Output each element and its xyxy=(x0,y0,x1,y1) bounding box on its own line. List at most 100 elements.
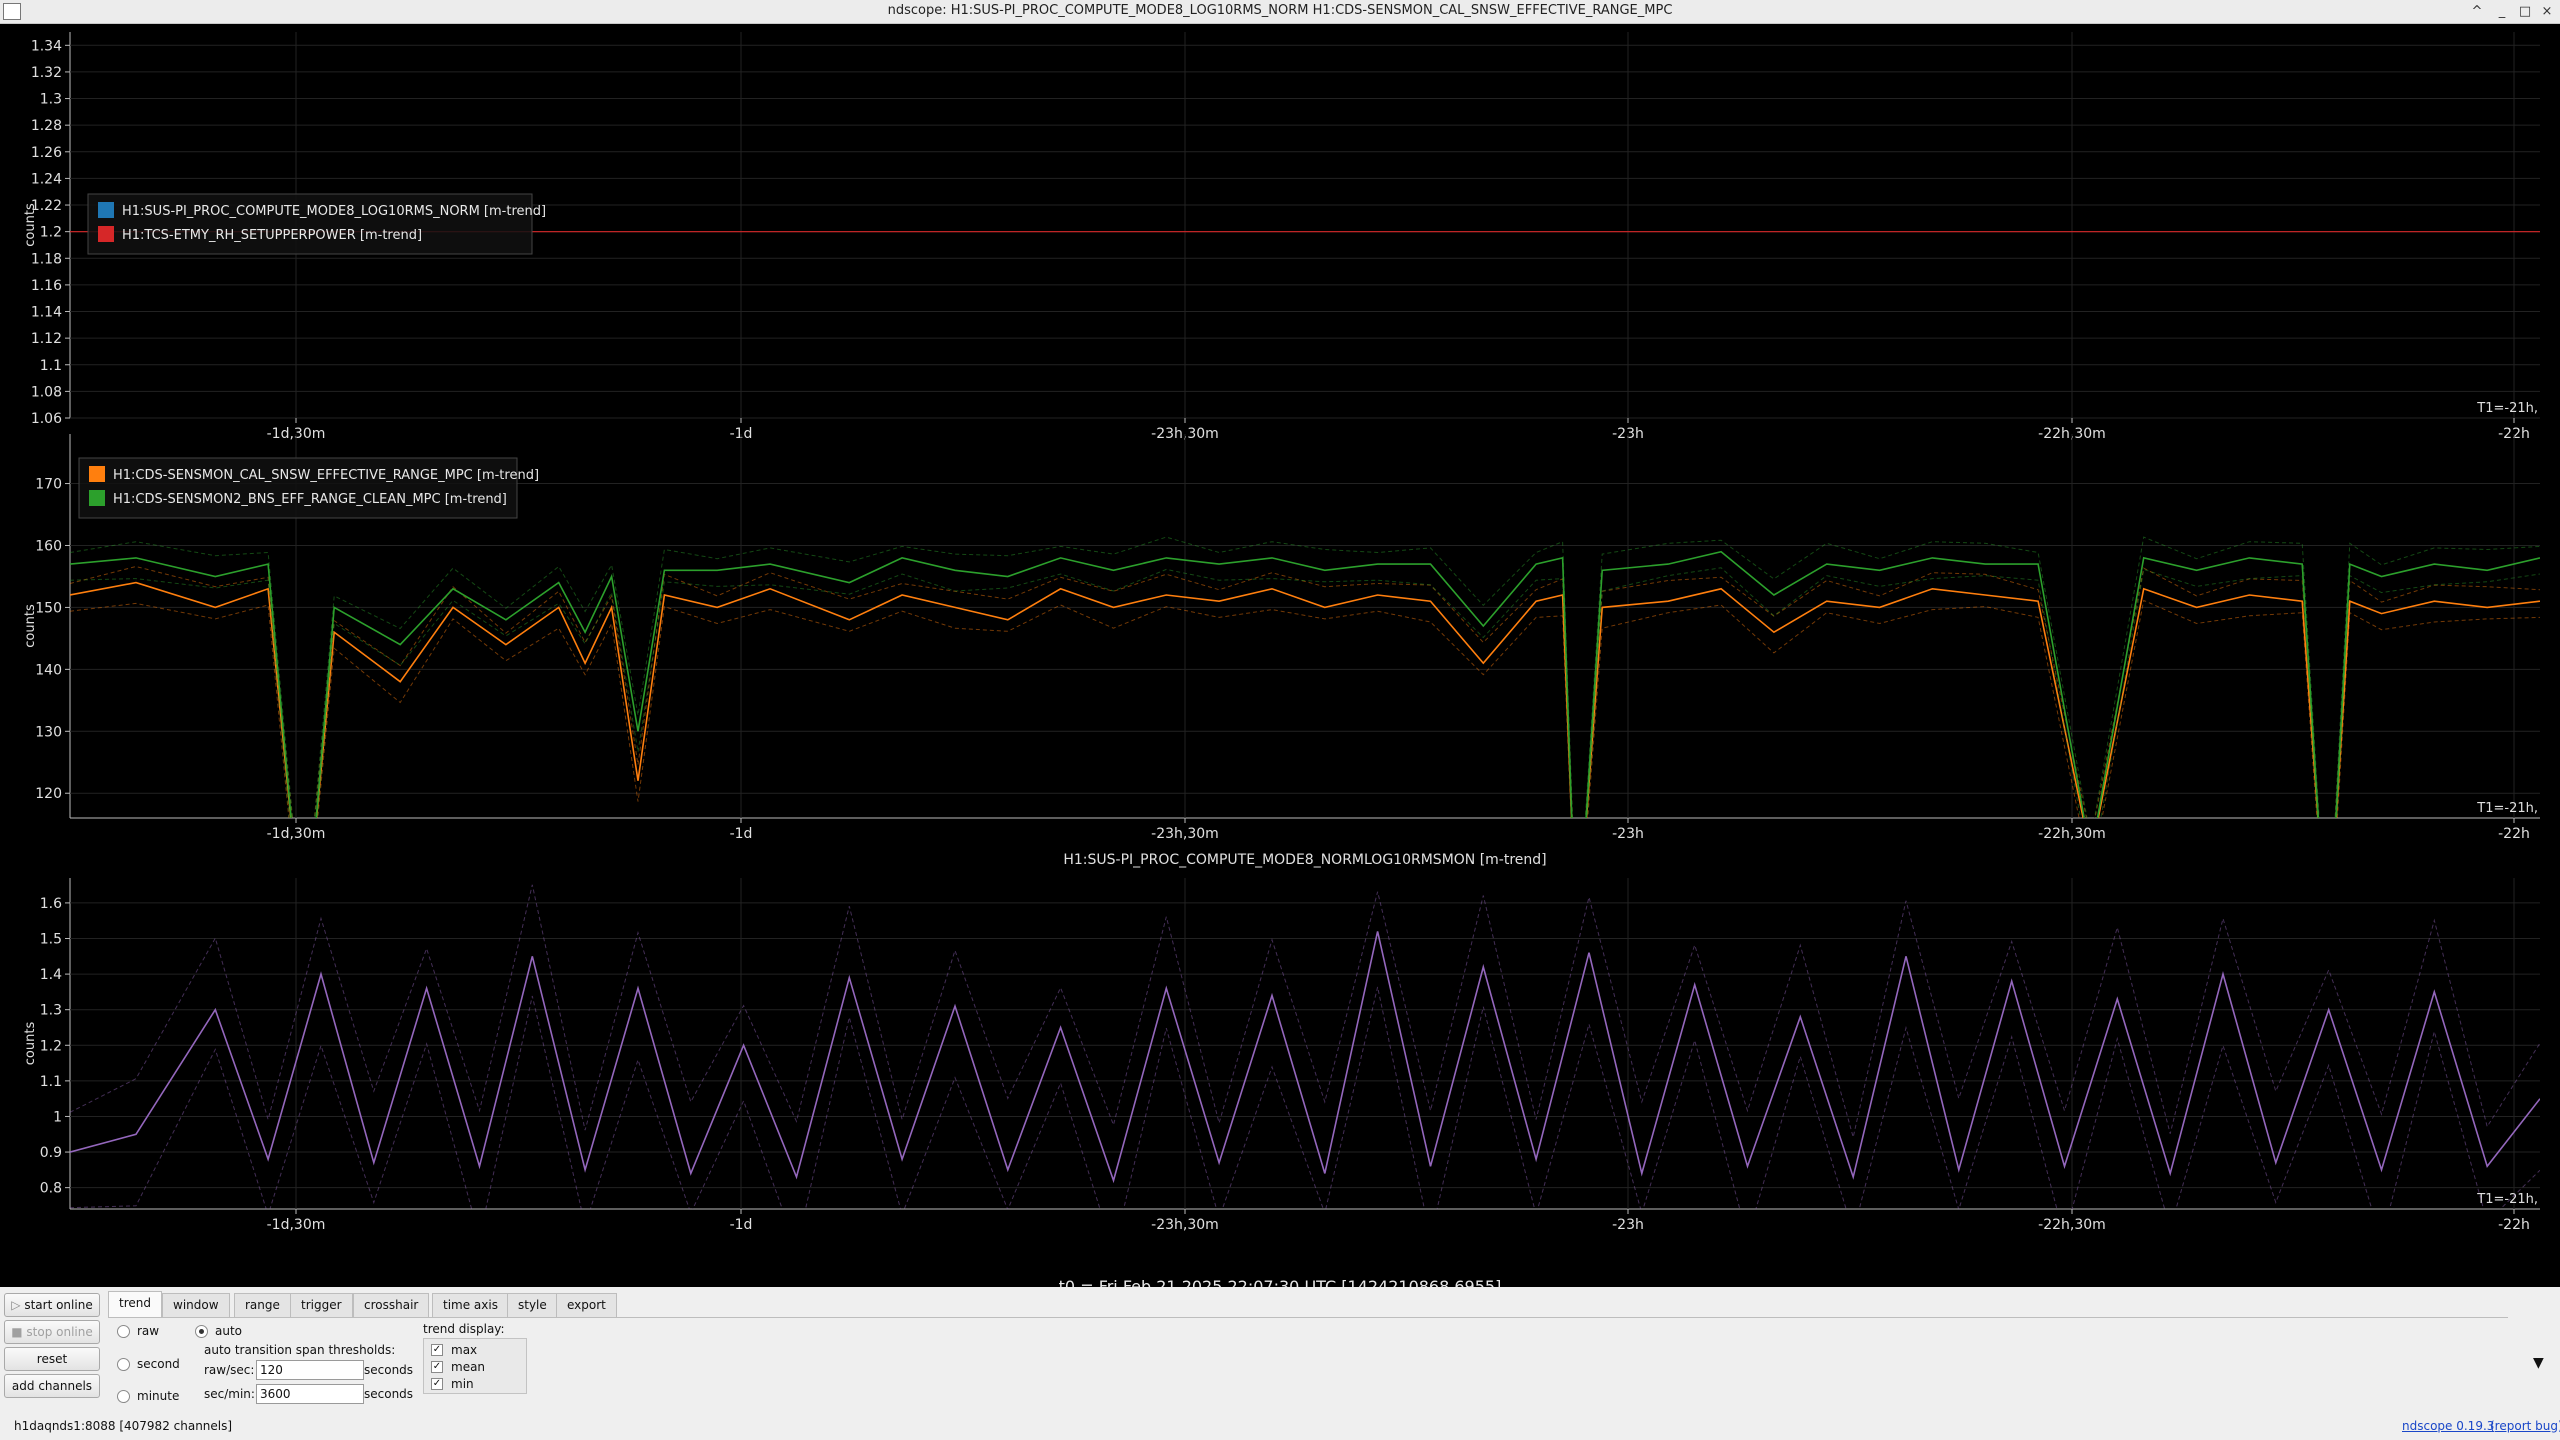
raw-radio[interactable] xyxy=(117,1325,130,1338)
minute-radio[interactable] xyxy=(117,1390,130,1403)
y-tick-label: 150 xyxy=(35,600,62,616)
minute-label: minute xyxy=(137,1389,180,1403)
series-mean-trace xyxy=(70,581,2540,818)
y-tick-label: 1.5 xyxy=(40,932,62,948)
mean-label: mean xyxy=(451,1360,486,1374)
tab-style[interactable]: style xyxy=(507,1293,558,1317)
plots-canvas[interactable]: 1.341.321.31.281.261.241.221.21.181.161.… xyxy=(0,24,2560,1287)
raw-label: raw xyxy=(137,1324,160,1338)
y-tick-label: 1.14 xyxy=(31,305,62,321)
plot-3: 1.6 1.5 1.4 1.3 1.2 1.1 1 0.9 0.8 -1d,30m -1d -23h,… xyxy=(23,852,2540,1233)
cursor-label: T1=-21h, xyxy=(2476,801,2538,816)
stop-online-button[interactable]: ■ stop online xyxy=(4,1320,100,1344)
series-min-trace xyxy=(70,599,2540,818)
tab-trigger[interactable]: trigger xyxy=(290,1293,353,1317)
legend-label: H1:TCS-ETMY_RH_SETUPPERPOWER [m-trend] xyxy=(122,228,422,243)
y-tick-label: 140 xyxy=(35,662,62,678)
y-tick-label: 1.4 xyxy=(40,967,62,983)
y-tick-label: 1.6 xyxy=(40,896,62,912)
series-max-trace xyxy=(70,536,2540,818)
auto-label: auto xyxy=(215,1324,243,1338)
legend-swatch xyxy=(98,226,114,242)
tab-trend[interactable]: trend xyxy=(108,1291,162,1318)
legend-box xyxy=(87,193,533,255)
legend-label: H1:CDS-SENSMON2_BNS_EFF_RANGE_CLEAN_MPC … xyxy=(113,492,507,507)
y-tick-label: 1.08 xyxy=(31,384,62,400)
legend: H1:SUS-PI_PROC_COMPUTE_MODE8_LOG10RMS_NO… xyxy=(87,193,546,255)
add-channels-button[interactable]: add channels xyxy=(4,1374,100,1398)
play-icon: ▷ xyxy=(11,1298,25,1312)
keep-above-button[interactable]: ^ xyxy=(2467,2,2487,22)
maximize-button[interactable]: □ xyxy=(2515,2,2535,22)
legend-box xyxy=(78,457,518,519)
legend: H1:CDS-SENSMON_CAL_SNSW_EFFECTIVE_RANGE_… xyxy=(78,457,539,519)
series-mean-trace xyxy=(70,931,2540,1184)
min-label: min xyxy=(451,1377,474,1391)
raw-sec-units: seconds xyxy=(364,1363,414,1377)
second-radio[interactable] xyxy=(117,1358,130,1371)
y-tick-label: 1.16 xyxy=(31,278,62,294)
legend-label: H1:SUS-PI_PROC_COMPUTE_MODE8_LOG10RMS_NO… xyxy=(122,204,546,219)
legend-swatch xyxy=(89,490,105,506)
y-tick-label: 1.06 xyxy=(31,411,62,427)
min-checkbox[interactable]: ✓ xyxy=(431,1378,443,1390)
x-tick-label: -22h xyxy=(2498,826,2530,842)
tab-crosshair[interactable]: crosshair xyxy=(353,1293,430,1317)
collapse-arrow-icon[interactable]: ▼ xyxy=(2533,1355,2544,1371)
series-min-trace xyxy=(70,986,2540,1209)
trend-display-label: trend display: xyxy=(423,1322,505,1336)
stop-icon: ■ xyxy=(11,1325,27,1339)
x-tick-label: -22h xyxy=(2498,1217,2530,1233)
y-tick-label: 1.1 xyxy=(40,1074,62,1090)
y-tick-label: 1.26 xyxy=(31,145,62,161)
reset-button[interactable]: reset xyxy=(4,1347,100,1371)
y-tick-label: 1.18 xyxy=(31,251,62,267)
series-group xyxy=(70,536,2540,818)
minimize-button[interactable]: _ xyxy=(2492,2,2512,22)
tab-export[interactable]: export xyxy=(556,1293,617,1317)
thresholds-label: auto transition span thresholds: xyxy=(204,1343,396,1357)
legend-swatch xyxy=(98,202,114,218)
y-axis-label: counts xyxy=(23,1022,38,1066)
y-tick-label: 0.9 xyxy=(40,1145,62,1161)
y-tick-label: 1.32 xyxy=(31,65,62,81)
trend-tab-page: raw second minute auto auto transition s… xyxy=(108,1317,2508,1413)
report-bug-link[interactable]: (report bug) xyxy=(2490,1419,2560,1433)
raw-sec-input[interactable] xyxy=(256,1360,364,1380)
close-button[interactable]: × xyxy=(2537,2,2557,22)
max-checkbox[interactable]: ✓ xyxy=(431,1344,443,1356)
tab-window[interactable]: window xyxy=(162,1293,230,1317)
version-link[interactable]: ndscope 0.19.3 xyxy=(2402,1419,2494,1433)
x-tick-label: -23h xyxy=(1612,1217,1644,1233)
x-tick-label: -23h,30m xyxy=(1151,1217,1219,1233)
x-tick-label: -1d,30m xyxy=(267,826,326,842)
second-label: second xyxy=(137,1357,180,1371)
series-max-trace xyxy=(70,565,2540,818)
tab-range[interactable]: range xyxy=(234,1293,291,1317)
cursor-label: T1=-21h, xyxy=(2476,1192,2538,1207)
x-tick-label: -23h,30m xyxy=(1151,826,1219,842)
control-panel: ▷ start online ■ stop online reset add c… xyxy=(0,1287,2560,1440)
sec-min-input[interactable] xyxy=(256,1384,364,1404)
y-axis-label: counts xyxy=(23,203,38,247)
legend-swatch xyxy=(89,466,105,482)
x-tick-label: -23h xyxy=(1612,826,1644,842)
raw-sec-label: raw/sec: xyxy=(204,1363,255,1377)
y-tick-label: 1.12 xyxy=(31,331,62,347)
sec-min-units: seconds xyxy=(364,1387,414,1401)
auto-radio[interactable] xyxy=(195,1325,208,1338)
y-tick-label: 130 xyxy=(35,724,62,740)
start-online-button[interactable]: ▷ start online xyxy=(4,1293,100,1317)
x-tick-label: -1d xyxy=(730,1217,753,1233)
y-tick-label: 1.3 xyxy=(40,1003,62,1019)
tab-time-axis[interactable]: time axis xyxy=(432,1293,509,1317)
server-status: h1daqnds1:8088 [407982 channels] xyxy=(14,1419,233,1433)
y-tick-label: 1.2 xyxy=(40,1038,62,1054)
y-tick-label: 0.8 xyxy=(40,1181,62,1197)
y-tick-label: 1.3 xyxy=(40,92,62,108)
x-tick-label: -22h,30m xyxy=(2038,1217,2106,1233)
x-tick-label: -1d xyxy=(730,826,753,842)
series-min-trace xyxy=(70,567,2540,818)
series-max-trace xyxy=(70,884,2540,1138)
mean-checkbox[interactable]: ✓ xyxy=(431,1361,443,1373)
